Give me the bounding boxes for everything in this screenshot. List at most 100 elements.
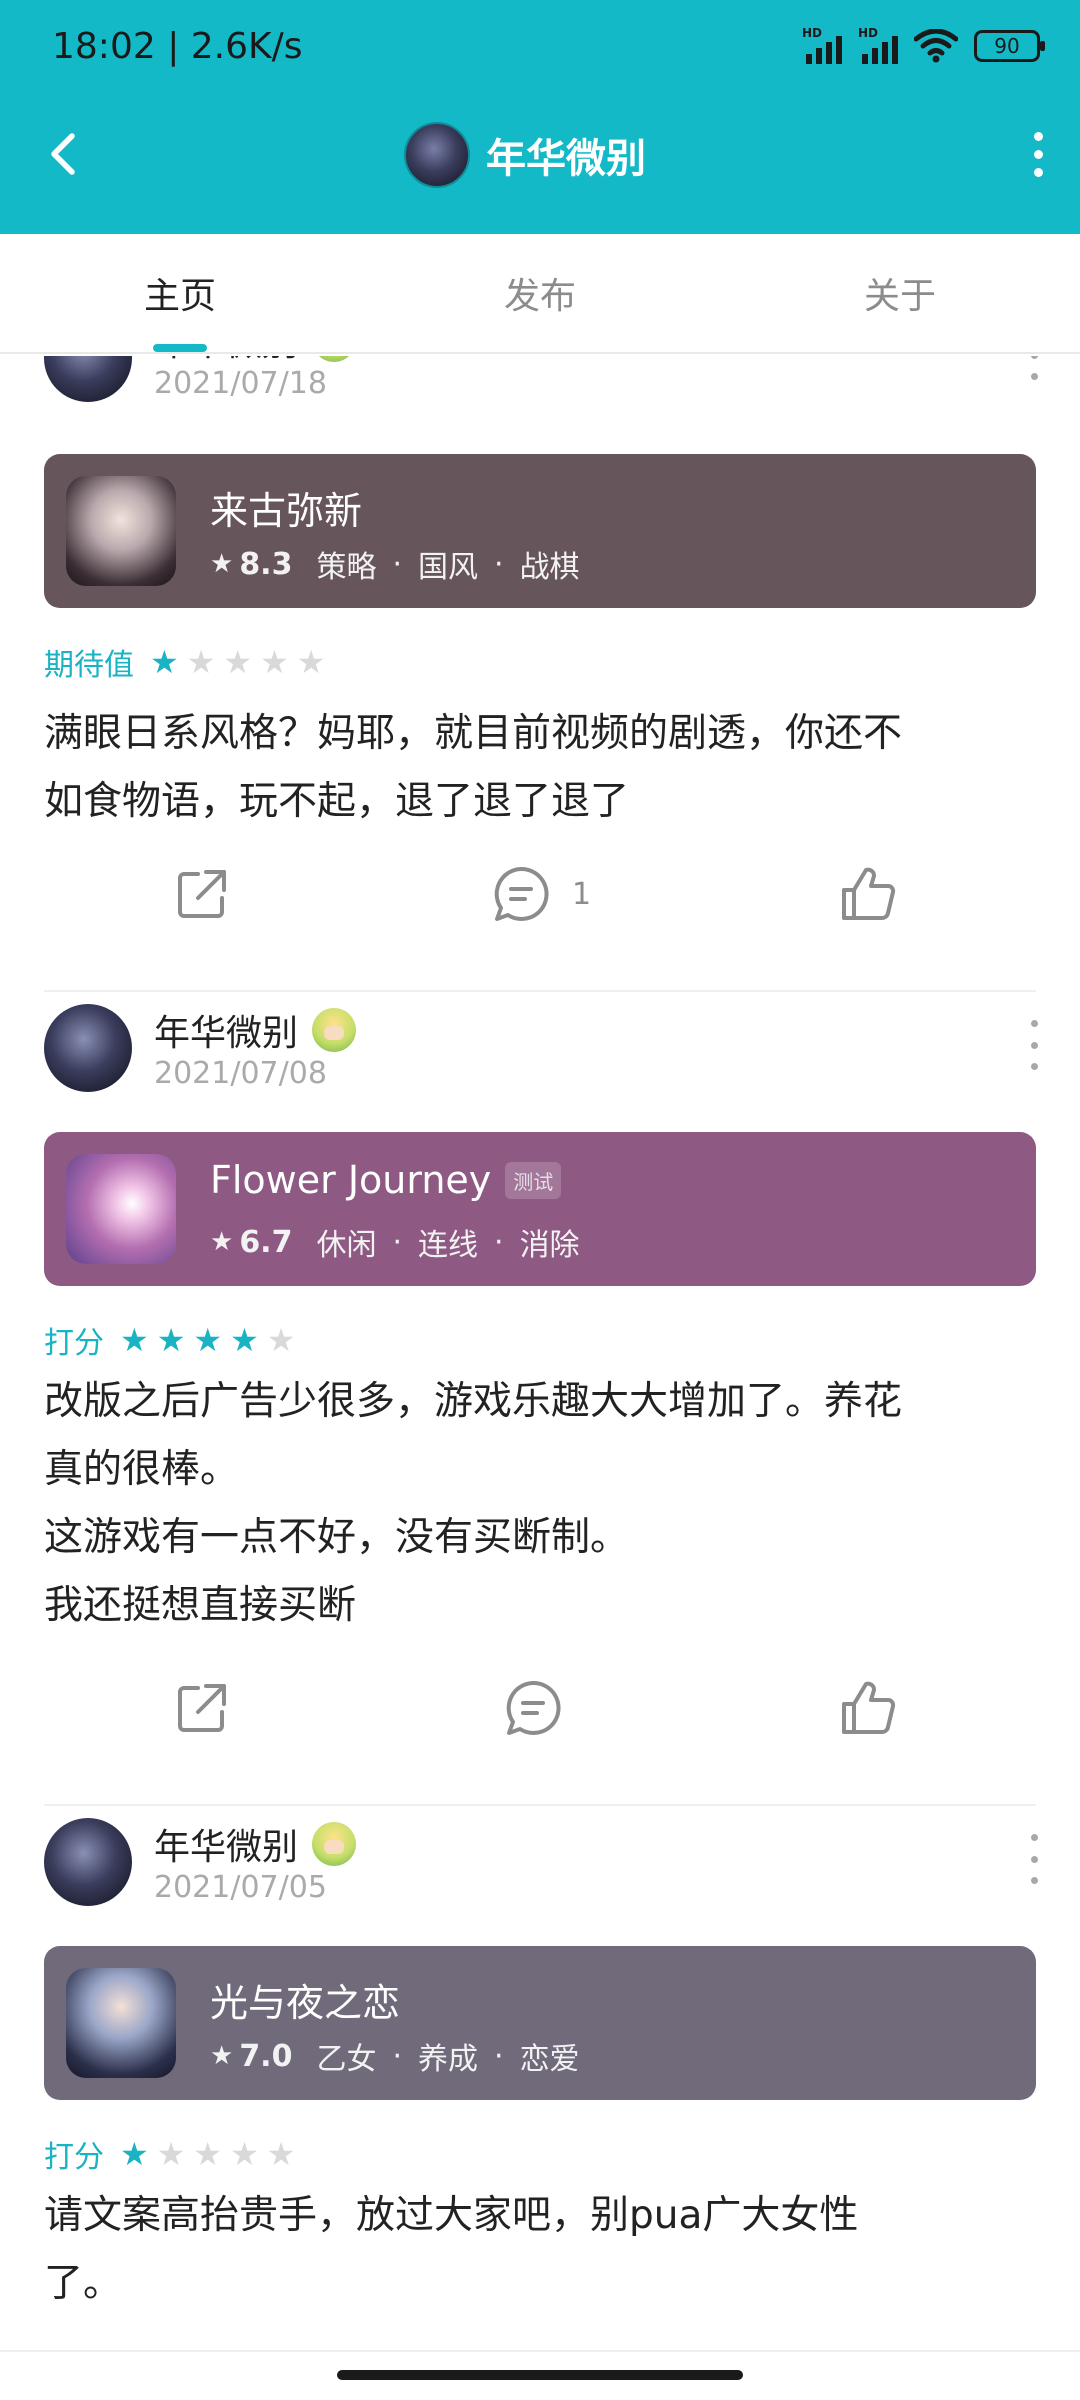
like-button[interactable]	[838, 1668, 898, 1748]
nav-divider	[0, 2350, 1080, 2352]
back-button[interactable]	[34, 124, 94, 184]
comment-button[interactable]: 1	[490, 854, 591, 934]
comment-count: 1	[572, 876, 592, 912]
post-date: 2021/07/08	[154, 1056, 327, 1091]
star-icon: ★	[266, 2135, 296, 2173]
post-actions	[0, 1668, 1080, 1748]
game-card[interactable]: 光与夜之恋 ★ 7.0 乙女 · 养成 · 恋爱	[44, 1946, 1036, 2100]
share-icon	[178, 870, 226, 918]
more-vertical-icon[interactable]	[1014, 126, 1062, 182]
top-bar: 18:02 | 2.6K/s HD HD 90 年华微别	[0, 0, 1080, 234]
game-score: 8.3	[239, 546, 293, 582]
game-icon	[66, 476, 176, 586]
review-feed[interactable]: 年华微别 2021/07/18 来古弥新 ★ 8.3 策略 · 国风 · 战棋 …	[0, 356, 1080, 2350]
star-icon: ★	[223, 643, 253, 681]
tab-about[interactable]: 关于	[720, 234, 1080, 352]
author-name[interactable]: 年华微别	[154, 1004, 298, 1056]
star-icon: ★	[156, 1321, 186, 1359]
wifi-icon	[914, 29, 958, 63]
post-more-icon[interactable]	[1024, 1020, 1044, 1070]
game-tag: 策略	[316, 550, 377, 585]
star-icon: ★	[193, 2135, 223, 2173]
test-badge: 测试	[505, 1161, 562, 1199]
avatar[interactable]	[44, 1818, 132, 1906]
game-card[interactable]: Flower Journey 测试 ★ 6.7 休闲 · 连线 · 消除	[44, 1132, 1036, 1286]
home-indicator[interactable]	[337, 2370, 743, 2380]
star-icon: ★	[156, 2135, 186, 2173]
header-avatar	[404, 122, 470, 188]
game-tag: 乙女	[316, 2042, 377, 2077]
game-title: 来古弥新	[210, 489, 363, 533]
game-tag: 国风	[418, 550, 479, 585]
game-title: 光与夜之恋	[210, 1981, 401, 2025]
post-body[interactable]: 满眼日系风格？妈耶，就目前视频的剧透，你还不 如食物语，玩不起，退了退了退了	[44, 700, 1034, 836]
game-meta: ★ 7.0 乙女 · 养成 · 恋爱	[210, 2034, 580, 2078]
header-profile[interactable]: 年华微别	[404, 122, 646, 188]
avatar[interactable]	[44, 1004, 132, 1092]
like-button[interactable]	[838, 854, 898, 934]
tab-home[interactable]: 主页	[0, 234, 360, 352]
status-icons: HD HD 90	[802, 26, 1045, 64]
game-tag: 连线	[418, 1228, 479, 1263]
battery-icon: 90	[974, 30, 1045, 62]
signal-icon: HD	[802, 26, 842, 64]
post-actions: 1	[0, 854, 1080, 934]
divider	[44, 1804, 1036, 1806]
post-header: 年华微别 2021/07/08	[44, 1004, 1044, 1104]
star-icon: ★	[230, 2135, 259, 2173]
star-icon: ★	[210, 1227, 234, 1257]
share-button[interactable]	[172, 854, 232, 934]
avatar[interactable]	[44, 356, 132, 402]
status-time: 18:02 | 2.6K/s	[52, 26, 303, 67]
author-badge-icon	[312, 356, 357, 362]
like-icon	[842, 1681, 896, 1734]
back-arrow-icon	[51, 133, 75, 175]
author-badge-icon	[312, 1822, 357, 1866]
post-more-icon[interactable]	[1024, 1834, 1044, 1884]
rating-row: 打分 ★ ★ ★ ★ ★	[44, 2132, 295, 2176]
game-score: 7.0	[239, 2038, 293, 2074]
star-icon: ★	[193, 1321, 223, 1359]
tab-posts[interactable]: 发布	[360, 234, 720, 352]
star-icon: ★	[150, 643, 179, 681]
game-meta: ★ 6.7 休闲 · 连线 · 消除	[210, 1220, 580, 1264]
battery-level: 90	[994, 34, 1020, 58]
header-title: 年华微别	[486, 136, 646, 182]
author-name[interactable]: 年华微别	[154, 356, 298, 366]
star-icon: ★	[296, 643, 326, 681]
game-icon	[66, 1968, 176, 2078]
page-header: 年华微别	[0, 100, 1080, 234]
game-tag: 恋爱	[519, 2042, 580, 2077]
post-body[interactable]: 改版之后广告少很多，游戏乐趣大大增加了。养花 真的很棒。 这游戏有一点不好，没有…	[44, 1368, 1034, 1640]
post-more-icon[interactable]	[1024, 356, 1044, 380]
author-name[interactable]: 年华微别	[154, 1818, 298, 1870]
comment-button[interactable]	[502, 1668, 564, 1748]
game-tag: 战棋	[519, 550, 580, 585]
post-header: 年华微别 2021/07/05	[44, 1818, 1044, 1918]
star-icon: ★	[210, 2041, 234, 2071]
share-button[interactable]	[172, 1668, 232, 1748]
game-meta: ★ 8.3 策略 · 国风 · 战棋	[210, 542, 580, 586]
post-date: 2021/07/05	[154, 1870, 327, 1905]
rating-row: 期待值 ★ ★ ★ ★ ★	[44, 640, 325, 684]
comment-icon	[494, 866, 549, 921]
rating-row: 打分 ★ ★ ★ ★ ★	[44, 1318, 295, 1362]
star-icon: ★	[230, 1321, 259, 1359]
signal-icon-2: HD	[858, 26, 898, 64]
author-badge-icon	[312, 1008, 357, 1052]
tab-bar: 主页 发布 关于	[0, 234, 1080, 354]
post-date: 2021/07/18	[154, 366, 327, 401]
like-icon	[842, 867, 896, 920]
post-body[interactable]: 请文案高抬贵手，放过大家吧，别pua广大女性 了。	[44, 2182, 1034, 2318]
star-icon: ★	[266, 1321, 296, 1359]
game-card[interactable]: 来古弥新 ★ 8.3 策略 · 国风 · 战棋	[44, 454, 1036, 608]
game-tag: 休闲	[316, 1228, 377, 1263]
star-icon: ★	[186, 643, 216, 681]
star-icon: ★	[120, 2135, 149, 2173]
post-header: 年华微别 2021/07/18	[44, 356, 1044, 414]
game-title: Flower Journey	[210, 1158, 492, 1202]
tab-indicator	[153, 344, 207, 352]
rating-label: 打分	[44, 1326, 104, 1361]
game-tag: 消除	[519, 1228, 580, 1263]
divider	[44, 990, 1036, 992]
